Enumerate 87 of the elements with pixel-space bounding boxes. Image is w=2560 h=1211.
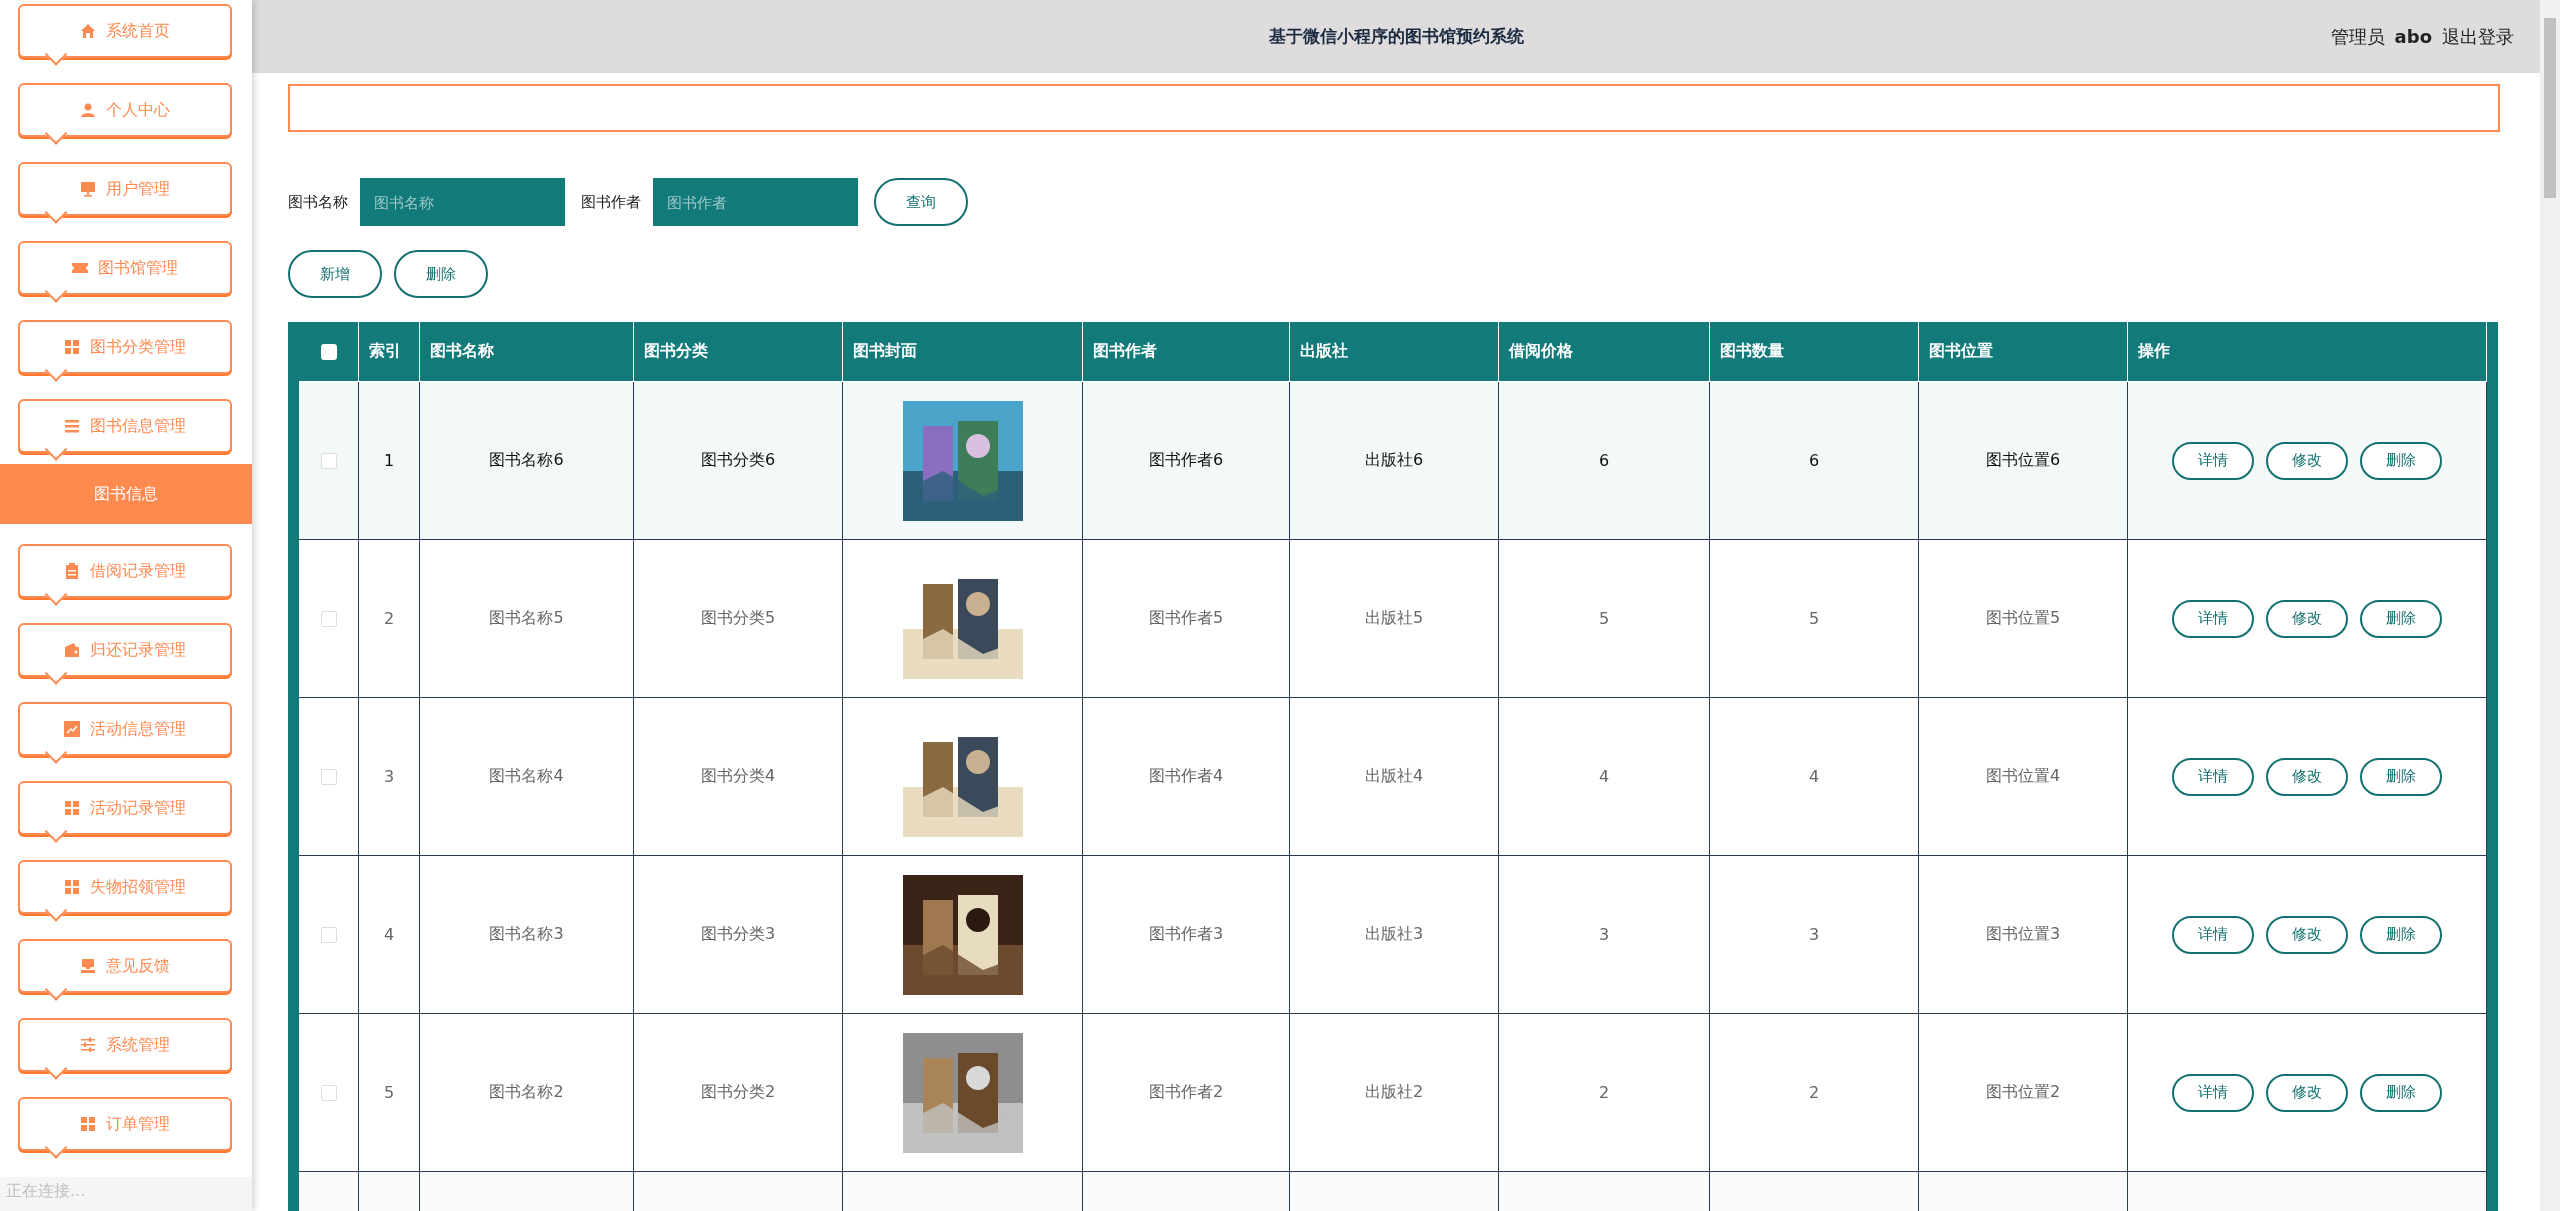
table-cell: 出版社2 — [1364, 1082, 1424, 1103]
table-cell: 图书位置5 — [1985, 608, 2061, 629]
table-cell: 图书作者6 — [1148, 450, 1224, 471]
edit-button[interactable]: 修改 — [2266, 1073, 2348, 1112]
search-button[interactable]: 查询 — [874, 178, 968, 226]
detail-button[interactable]: 详情 — [2172, 1073, 2254, 1112]
detail-button[interactable]: 详情 — [2172, 757, 2254, 796]
inbox-icon — [80, 958, 96, 974]
table-cell: 2 — [1598, 1083, 1610, 1102]
home-icon — [80, 23, 96, 39]
table-cell: 5 — [383, 1083, 395, 1102]
chart-icon — [64, 721, 80, 737]
grid-icon — [64, 800, 80, 816]
sliders-icon — [80, 1037, 96, 1053]
grid-icon — [64, 879, 80, 895]
row-checkbox[interactable] — [320, 610, 337, 627]
wallet-icon — [64, 642, 80, 658]
table-cell: 图书作者5 — [1148, 608, 1224, 629]
table-cell: 4 — [1598, 767, 1610, 786]
role-text: 管理员 — [2330, 24, 2385, 49]
table-cell: 5 — [1598, 609, 1610, 628]
table-cell: 图书分类3 — [700, 924, 776, 945]
grid-icon — [64, 339, 80, 355]
select-all-checkbox[interactable] — [320, 343, 337, 360]
table-cell: 4 — [383, 925, 395, 944]
app-title: 基于微信小程序的图书馆预约系统 — [1268, 25, 1524, 48]
table-cell: 1 — [383, 451, 395, 470]
search-field[interactable]: 图书名称 — [360, 178, 565, 226]
delete-button[interactable]: 删除 — [2360, 1073, 2442, 1112]
table-cell: 6 — [1598, 451, 1610, 470]
user-icon — [80, 102, 96, 118]
table-cell: 出版社3 — [1364, 924, 1424, 945]
table-cell: 6 — [1808, 451, 1820, 470]
table-cell: 出版社6 — [1364, 450, 1424, 471]
table-cell: 出版社5 — [1364, 608, 1424, 629]
table-cell: 图书作者4 — [1148, 766, 1224, 787]
delete-button[interactable]: 删除 — [2360, 441, 2442, 480]
table-cell: 图书名称2 — [489, 1082, 564, 1103]
row-checkbox[interactable] — [320, 1084, 337, 1101]
list-icon — [64, 418, 80, 434]
table-cell: 图书分类6 — [700, 450, 776, 471]
row-checkbox[interactable] — [320, 452, 337, 469]
table-cell: 2 — [383, 609, 395, 628]
table-cell: 图书作者2 — [1148, 1082, 1224, 1103]
table-cell: 图书作者3 — [1148, 924, 1224, 945]
delete-button[interactable]: 删除 — [2360, 915, 2442, 954]
detail-button[interactable]: 详情 — [2172, 599, 2254, 638]
row-checkbox[interactable] — [320, 926, 337, 943]
table-cell: 5 — [1808, 609, 1820, 628]
grid-icon — [80, 1116, 96, 1132]
table-cell: 图书位置2 — [1985, 1082, 2061, 1103]
table-cell: 图书位置6 — [1985, 450, 2061, 471]
ticket-icon — [72, 260, 88, 276]
logout-link[interactable]: 退出登录 — [2442, 24, 2514, 49]
table-cell: 图书分类2 — [700, 1082, 776, 1103]
edit-button[interactable]: 修改 — [2266, 441, 2348, 480]
table-cell: 4 — [1808, 767, 1820, 786]
edit-button[interactable]: 修改 — [2266, 915, 2348, 954]
table-cell: 3 — [1598, 925, 1610, 944]
table-cell: 图书名称4 — [489, 766, 564, 787]
table-cell: 3 — [1808, 925, 1820, 944]
table-cell: 图书名称3 — [489, 924, 564, 945]
table-cell: 图书名称6 — [489, 450, 564, 471]
add-button[interactable]: 新增 — [288, 250, 382, 298]
table-cell: 图书名称5 — [489, 608, 564, 629]
delete-button[interactable]: 删除 — [2360, 599, 2442, 638]
search-field[interactable]: 图书作者 — [653, 178, 858, 226]
scrollbar[interactable] — [2540, 0, 2560, 1211]
monitor-icon — [80, 181, 96, 197]
row-checkbox[interactable] — [320, 768, 337, 785]
field-label: 图书名称 — [288, 192, 348, 212]
delete-button[interactable]: 删除 — [2360, 757, 2442, 796]
user-name: abo — [2394, 26, 2432, 47]
table-cell: 3 — [383, 767, 395, 786]
delete-button[interactable]: 删除 — [394, 250, 488, 298]
table-cell: 图书分类5 — [700, 608, 776, 629]
detail-button[interactable]: 详情 — [2172, 441, 2254, 480]
detail-button[interactable]: 详情 — [2172, 915, 2254, 954]
table-cell: 出版社4 — [1364, 766, 1424, 787]
table-cell: 2 — [1808, 1083, 1820, 1102]
table-cell: 图书分类4 — [700, 766, 776, 787]
field-label: 图书作者 — [581, 192, 641, 212]
table-cell: 图书位置4 — [1985, 766, 2061, 787]
table-cell: 图书位置3 — [1985, 924, 2061, 945]
edit-button[interactable]: 修改 — [2266, 599, 2348, 638]
edit-button[interactable]: 修改 — [2266, 757, 2348, 796]
clipboard-icon — [64, 563, 80, 579]
